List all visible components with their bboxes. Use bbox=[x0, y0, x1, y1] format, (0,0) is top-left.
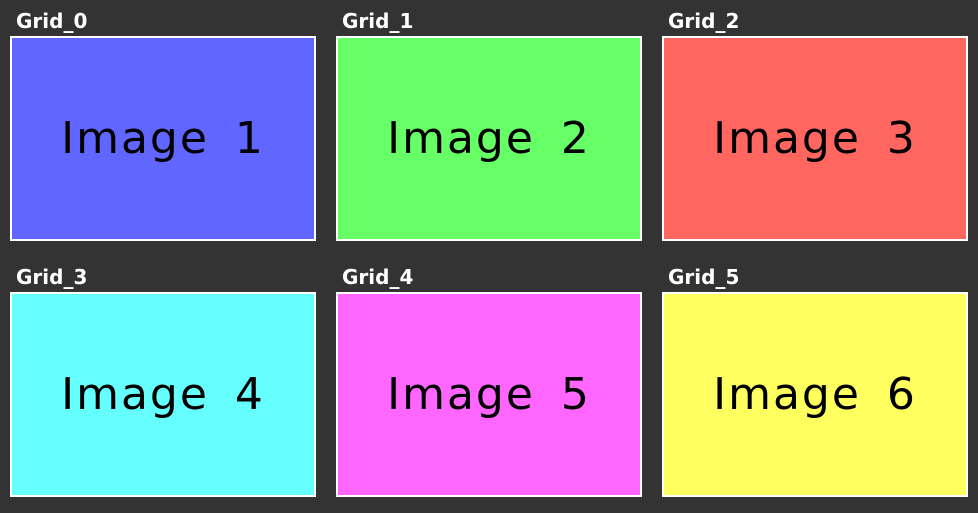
image-tile-text: Image 4 bbox=[61, 369, 265, 420]
image-tile[interactable]: Image 6 bbox=[662, 292, 968, 497]
grid-cell-4: Grid_4 Image 5 bbox=[336, 263, 642, 513]
image-tile-text: Image 1 bbox=[61, 113, 265, 164]
image-tile[interactable]: Image 4 bbox=[10, 292, 316, 497]
image-tile[interactable]: Image 5 bbox=[336, 292, 642, 497]
image-tile-text: Image 2 bbox=[387, 113, 591, 164]
grid-cell-5: Grid_5 Image 6 bbox=[662, 263, 968, 513]
image-tile[interactable]: Image 2 bbox=[336, 36, 642, 241]
image-tile-text: Image 6 bbox=[713, 369, 917, 420]
grid-cell-2: Grid_2 Image 3 bbox=[662, 7, 968, 257]
grid-label: Grid_0 bbox=[16, 9, 88, 33]
grid-label: Grid_2 bbox=[668, 9, 740, 33]
grid-cell-0: Grid_0 Image 1 bbox=[10, 7, 316, 257]
grid-label: Grid_1 bbox=[342, 9, 414, 33]
image-tile[interactable]: Image 3 bbox=[662, 36, 968, 241]
image-tile-text: Image 3 bbox=[713, 113, 917, 164]
image-tile-text: Image 5 bbox=[387, 369, 591, 420]
grid-cell-3: Grid_3 Image 4 bbox=[10, 263, 316, 513]
grid-cell-1: Grid_1 Image 2 bbox=[336, 7, 642, 257]
image-tile[interactable]: Image 1 bbox=[10, 36, 316, 241]
grid-label: Grid_4 bbox=[342, 265, 414, 289]
grid-label: Grid_5 bbox=[668, 265, 740, 289]
grid-label: Grid_3 bbox=[16, 265, 88, 289]
